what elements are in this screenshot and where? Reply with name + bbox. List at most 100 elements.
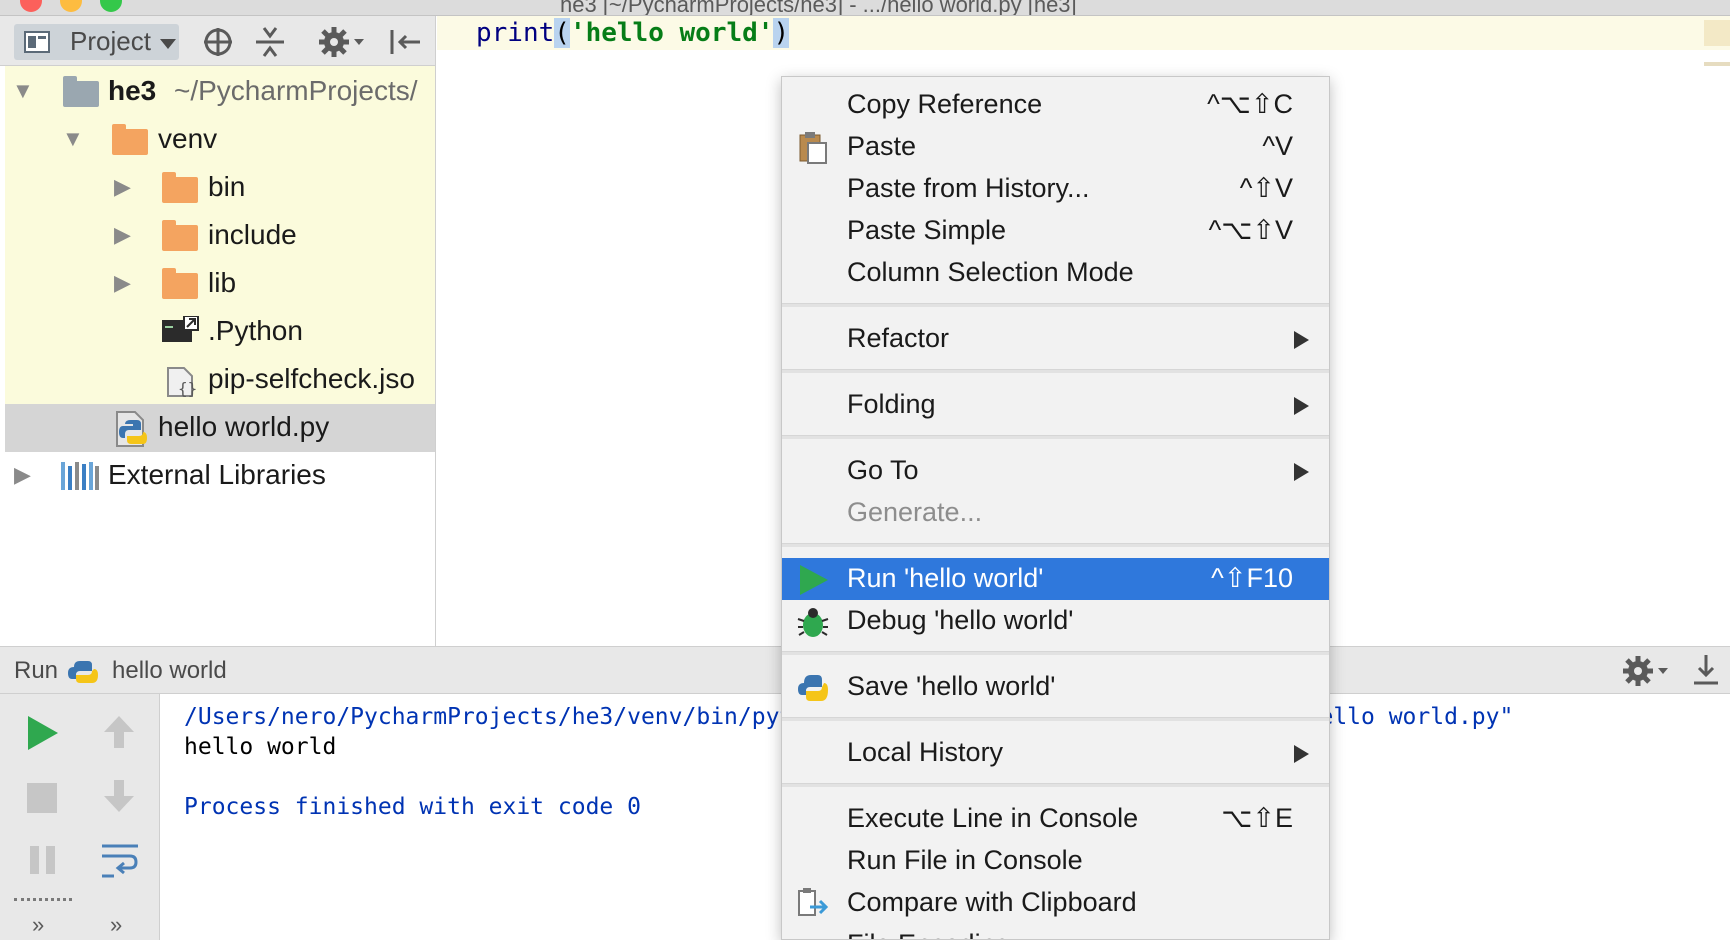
menu-item-compare-with-clipboard[interactable]: Compare with Clipboard (782, 882, 1329, 924)
menu-separator (782, 717, 1329, 721)
rerun-icon[interactable] (26, 714, 60, 752)
menu-item-shortcut: ^⌥⇧C (1207, 89, 1293, 119)
toolbar-divider (14, 898, 72, 901)
more-actions-icon[interactable]: » (110, 912, 122, 938)
menu-item-paste-from-history[interactable]: Paste from History... ^⇧V (782, 168, 1329, 210)
tree-item-he3[interactable]: ▼ he3 ~/PycharmProjects/ (0, 68, 435, 116)
menu-item-shortcut: ^⇧F10 (1211, 563, 1293, 593)
menu-item-label: Run File in Console (847, 845, 1083, 875)
menu-item-folding[interactable]: Folding (782, 384, 1329, 426)
menu-separator (782, 435, 1329, 439)
tree-item-external-libraries[interactable]: ▶ External Libraries (0, 452, 435, 500)
tree-item-include[interactable]: ▶ include (0, 212, 435, 260)
menu-item-refactor[interactable]: Refactor (782, 318, 1329, 360)
tree-item-venv[interactable]: ▼ venv (0, 116, 435, 164)
folder-icon (162, 220, 198, 251)
code-line-1[interactable]: print('hello world') (476, 18, 790, 48)
code-string-literal: 'hello world' (569, 18, 774, 48)
menu-item-execute-line-in-console[interactable]: Execute Line in Console ⌥⇧E (782, 798, 1329, 840)
menu-item-label: Local History (847, 737, 1004, 767)
menu-separator (782, 303, 1329, 307)
menu-item-label: Column Selection Mode (847, 257, 1134, 287)
tree-item-python-link[interactable]: .Python (0, 308, 435, 356)
minimize-window-button[interactable] (60, 0, 82, 12)
menu-item-run[interactable]: Run 'hello world' ^⇧F10 (782, 558, 1329, 600)
pause-icon[interactable] (28, 844, 58, 876)
menu-item-go-to[interactable]: Go To (782, 450, 1329, 492)
zoom-window-button[interactable] (100, 0, 122, 12)
menu-item-paste-simple[interactable]: Paste Simple ^⌥⇧V (782, 210, 1329, 252)
collapse-arrow-icon[interactable]: ▶ (114, 270, 131, 296)
menu-item-column-selection-mode[interactable]: Column Selection Mode (782, 252, 1329, 294)
project-toolbar: Project (0, 16, 435, 66)
minimize-panel-icon[interactable] (1690, 653, 1722, 687)
menu-item-label: Run 'hello world' (847, 563, 1044, 593)
editor-marker[interactable] (1704, 20, 1730, 46)
chevron-down-icon (160, 39, 176, 49)
svg-text:{}: {} (178, 379, 197, 398)
expand-arrow-icon[interactable]: ▼ (62, 126, 84, 152)
tree-item-label: .Python (208, 315, 303, 346)
collapse-arrow-icon[interactable]: ▶ (14, 462, 31, 488)
menu-item-label: Go To (847, 455, 919, 485)
python-icon (798, 675, 828, 701)
python-file-icon (116, 411, 147, 447)
menu-item-label: Paste (847, 131, 917, 161)
tree-item-pip-selfcheck[interactable]: {} pip-selfcheck.jso (0, 356, 435, 404)
menu-item-label: Execute Line in Console (847, 803, 1139, 833)
menu-item-label: Debug 'hello world' (847, 605, 1074, 635)
gear-icon[interactable] (1622, 655, 1672, 687)
project-tool-window: Project ▼ he3 ~/PycharmProjects/ ▼ venv … (0, 16, 436, 646)
project-view-icon (24, 31, 50, 53)
run-toolbar: » » (0, 694, 160, 940)
stop-icon[interactable] (26, 782, 58, 814)
menu-item-label: Refactor (847, 323, 950, 353)
tree-item-label: External Libraries (108, 459, 326, 490)
code-paren-close: ) (773, 18, 790, 48)
run-tab-label[interactable]: Run (14, 657, 58, 685)
down-arrow-icon[interactable] (102, 778, 136, 814)
more-actions-icon[interactable]: » (32, 912, 44, 938)
close-window-button[interactable] (20, 0, 42, 12)
python-icon (68, 661, 98, 683)
menu-item-local-history[interactable]: Local History (782, 732, 1329, 774)
hide-panel-icon[interactable] (388, 26, 422, 58)
expand-arrow-icon[interactable]: ▼ (12, 78, 34, 104)
menu-item-run-file-in-console[interactable]: Run File in Console (782, 840, 1329, 882)
menu-separator (782, 369, 1329, 373)
collapse-arrow-icon[interactable]: ▶ (114, 174, 131, 200)
soft-wrap-icon[interactable] (100, 840, 140, 880)
collapse-arrow-icon[interactable]: ▶ (114, 222, 131, 248)
tree-item-lib[interactable]: ▶ lib (0, 260, 435, 308)
tree-item-label: he3 (108, 75, 157, 106)
tree-item-path: ~/PycharmProjects/ (174, 75, 418, 106)
menu-separator (782, 783, 1329, 787)
menu-item-shortcut: ^⌥⇧V (1208, 215, 1293, 245)
folder-icon (162, 268, 198, 299)
menu-item-file-encoding[interactable]: File Encoding (782, 924, 1329, 939)
current-line[interactable]: print('hello world') (437, 16, 1730, 50)
collapse-all-icon[interactable] (254, 26, 286, 58)
run-icon (800, 565, 828, 595)
submenu-arrow-icon (1294, 331, 1309, 349)
gear-icon[interactable] (318, 26, 368, 58)
console-line: Process finished with exit code 0 (184, 794, 641, 820)
editor-context-menu: Copy Reference ^⌥⇧C Paste ^V Paste from … (781, 76, 1330, 940)
editor-scroll-marker[interactable] (1704, 62, 1730, 66)
tree-item-label: lib (208, 267, 237, 298)
menu-item-copy-reference[interactable]: Copy Reference ^⌥⇧C (782, 84, 1329, 126)
folder-icon (112, 124, 148, 155)
scroll-from-source-icon[interactable] (202, 26, 234, 58)
menu-item-shortcut: ^V (1262, 131, 1293, 161)
json-file-icon: {} (167, 367, 197, 398)
menu-item-paste[interactable]: Paste ^V (782, 126, 1329, 168)
tree-item-bin[interactable]: ▶ bin (0, 164, 435, 212)
menu-item-label: Save 'hello world' (847, 671, 1056, 701)
submenu-arrow-icon (1294, 463, 1309, 481)
menu-item-debug[interactable]: Debug 'hello world' (782, 600, 1329, 642)
menu-item-save-config[interactable]: Save 'hello world' (782, 666, 1329, 708)
menu-item-label: Paste Simple (847, 215, 1007, 245)
up-arrow-icon[interactable] (102, 714, 136, 750)
view-selector-label: Project (70, 26, 151, 56)
tree-item-hello-world-py[interactable]: hello world.py (5, 404, 435, 452)
